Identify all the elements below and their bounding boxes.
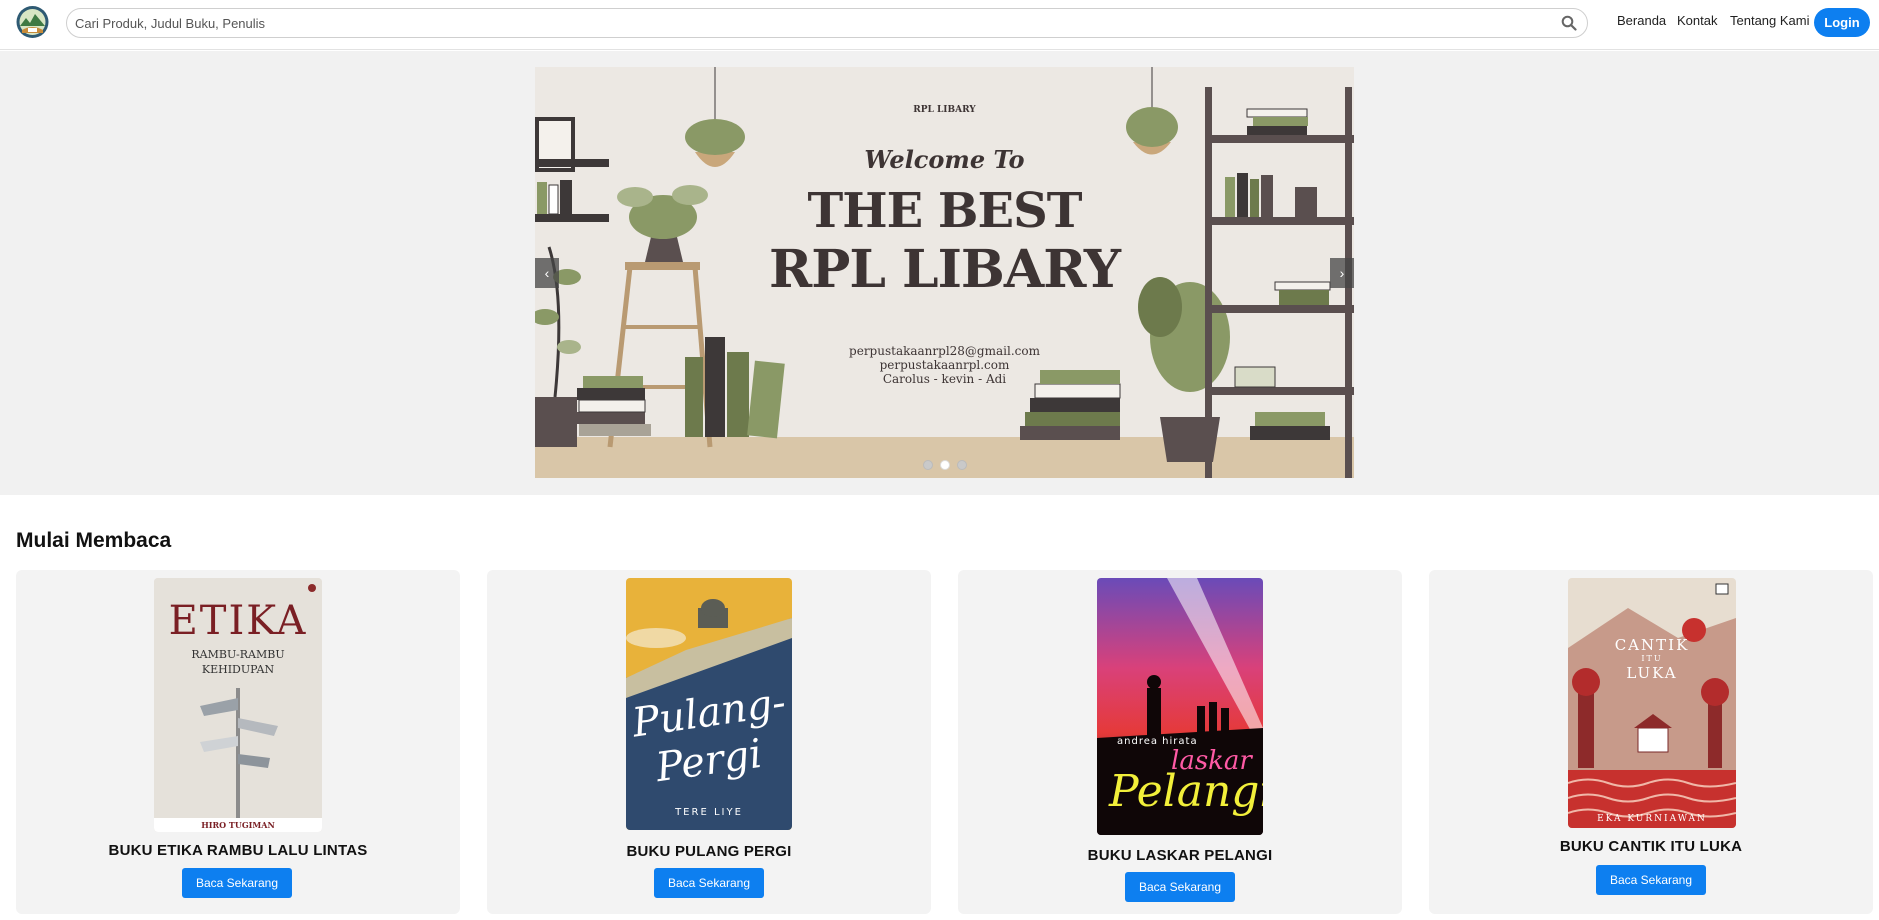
cover-author: TERE LIYE bbox=[675, 807, 743, 818]
slide-website: perpustakaanrpl.com bbox=[879, 358, 1010, 372]
chevron-left-icon: ‹ bbox=[544, 265, 550, 281]
book-card: ETIKA RAMBU-RAMBU KEHIDUPAN HIRO TUGIMAN… bbox=[16, 570, 460, 914]
book-card: CANTIK ITU LUKA EKA KURNIAWAN BUKU CANTI… bbox=[1429, 570, 1873, 914]
book-cover-etika[interactable]: ETIKA RAMBU-RAMBU KEHIDUPAN HIRO TUGIMAN bbox=[154, 578, 322, 832]
cover-subtitle-2: KEHIDUPAN bbox=[201, 663, 275, 676]
read-now-button[interactable]: Baca Sekarang bbox=[654, 868, 764, 898]
carousel-indicator-1[interactable] bbox=[923, 460, 933, 470]
carousel-slide: RPL LIBARY Welcome To THE BEST RPL LIBAR… bbox=[535, 67, 1354, 478]
section-title: Mulai Membaca bbox=[16, 529, 172, 552]
carousel-indicators bbox=[923, 460, 967, 470]
chevron-right-icon: › bbox=[1339, 265, 1345, 281]
cover-title-2: ITU bbox=[1641, 654, 1663, 663]
slide-brand: RPL LIBARY bbox=[913, 105, 976, 115]
login-button[interactable]: Login bbox=[1814, 8, 1870, 37]
carousel-indicator-2[interactable] bbox=[940, 460, 950, 470]
carousel-indicator-3[interactable] bbox=[957, 460, 967, 470]
hero-carousel: RPL LIBARY Welcome To THE BEST RPL LIBAR… bbox=[0, 51, 1879, 495]
cover-title-3: LUKA bbox=[1626, 664, 1678, 682]
book-card: andrea hirata laskar Pelangi BUKU LASKAR… bbox=[958, 570, 1402, 914]
cover-title-2: Pelangi bbox=[1109, 766, 1263, 817]
slide-email: perpustakaanrpl28@gmail.com bbox=[849, 344, 1040, 358]
cover-author: EKA KURNIAWAN bbox=[1597, 814, 1707, 824]
carousel-next-button[interactable]: › bbox=[1330, 258, 1354, 288]
book-title: BUKU CANTIK ITU LUKA bbox=[1559, 838, 1743, 855]
nav-link-kontak[interactable]: Kontak bbox=[1677, 13, 1717, 28]
slide-credits: Carolus - kevin - Adi bbox=[882, 372, 1007, 386]
read-now-button[interactable]: Baca Sekarang bbox=[1596, 865, 1706, 895]
read-now-button[interactable]: Baca Sekarang bbox=[182, 868, 292, 898]
cover-title-1: CANTIK bbox=[1614, 636, 1690, 654]
read-now-button[interactable]: Baca Sekarang bbox=[1125, 872, 1235, 902]
book-title: BUKU ETIKA RAMBU LALU LINTAS bbox=[108, 842, 368, 859]
nav-link-tentang-kami[interactable]: Tentang Kami bbox=[1730, 13, 1810, 28]
carousel-prev-button[interactable]: ‹ bbox=[535, 258, 559, 288]
logo-icon[interactable] bbox=[16, 4, 49, 40]
navbar: Beranda Kontak Tentang Kami Login bbox=[0, 0, 1879, 50]
cover-author: HIRO TUGIMAN bbox=[201, 820, 275, 830]
book-card: Pulang- Pergi TERE LIYE BUKU PULANG PERG… bbox=[487, 570, 931, 914]
book-cover-cantik-itu-luka[interactable]: CANTIK ITU LUKA EKA KURNIAWAN bbox=[1568, 578, 1736, 828]
book-cover-pulang-pergi[interactable]: Pulang- Pergi TERE LIYE bbox=[626, 578, 792, 830]
cover-title: ETIKA bbox=[168, 598, 308, 644]
book-title: BUKU LASKAR PELANGI bbox=[1087, 847, 1273, 864]
book-title: BUKU PULANG PERGI bbox=[626, 843, 792, 860]
search-input[interactable] bbox=[75, 9, 1545, 37]
slide-headline-1: THE BEST bbox=[807, 183, 1083, 239]
nav-link-beranda[interactable]: Beranda bbox=[1617, 13, 1666, 28]
slide-welcome: Welcome To bbox=[864, 145, 1025, 174]
book-cover-laskar-pelangi[interactable]: andrea hirata laskar Pelangi bbox=[1097, 578, 1263, 835]
search-icon[interactable] bbox=[1561, 15, 1577, 31]
search-bar bbox=[66, 8, 1588, 38]
book-cover-cantik-itu-luka-art bbox=[1568, 578, 1736, 828]
cover-subtitle-1: RAMBU-RAMBU bbox=[191, 648, 285, 661]
slide-headline-2: RPL LIBARY bbox=[769, 239, 1121, 300]
